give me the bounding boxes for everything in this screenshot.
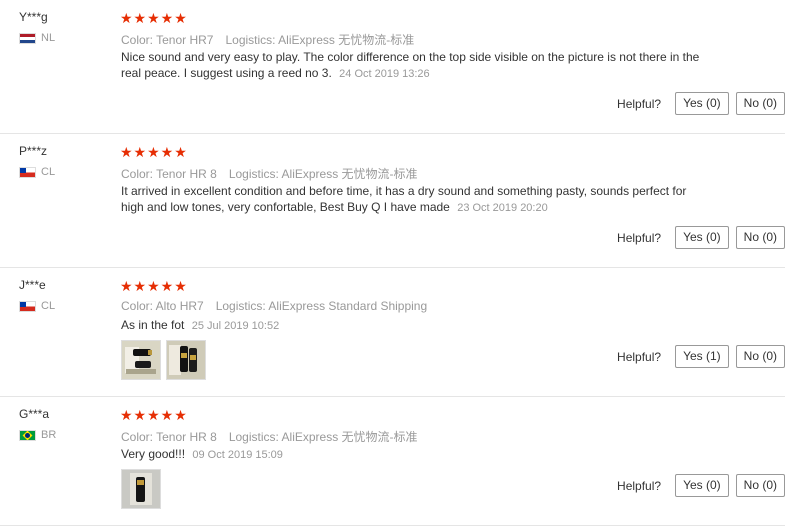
- reviewer-name: G***a: [19, 407, 50, 421]
- review-date: 23 Oct 2019 20:20: [457, 202, 548, 214]
- helpful-yes-button[interactable]: Yes (0): [675, 92, 729, 115]
- review-item: G***a BR ★★★★★ Color: Tenor HR 8 Logistic…: [0, 397, 785, 526]
- review-item: J***e CL ★★★★★ Color: Alto HR7 Logistics:…: [0, 268, 785, 397]
- review-date: 09 Oct 2019 15:09: [192, 449, 283, 461]
- helpful-section: Helpful? Yes (1) No (0): [617, 345, 785, 368]
- country-code: CL: [41, 300, 56, 312]
- helpful-no-button[interactable]: No (0): [735, 226, 785, 249]
- product-color: Color: Tenor HR 8: [121, 430, 217, 444]
- review-content: Nice sound and very easy to play. The co…: [121, 49, 721, 82]
- review-content: As in the fot 25 Jul 2019 10:52: [121, 317, 721, 334]
- helpful-label: Helpful?: [617, 96, 662, 111]
- reviewer-name: P***z: [19, 144, 48, 158]
- star-rating: ★★★★★: [120, 144, 188, 160]
- helpful-yes-button[interactable]: Yes (0): [675, 474, 729, 497]
- review-item: P***z CL ★★★★★ Color: Tenor HR 8 Logistic…: [0, 134, 785, 268]
- review-text: Very good!!!: [121, 447, 186, 461]
- helpful-label: Helpful?: [617, 478, 662, 493]
- review-text: As in the fot: [121, 318, 185, 332]
- reviewer-name: Y***g: [19, 10, 48, 24]
- star-rating: ★★★★★: [120, 10, 188, 26]
- product-color: Color: Tenor HR 8: [121, 167, 217, 181]
- logistics-info: Logistics: AliExpress Standard Shipping: [215, 299, 428, 313]
- helpful-yes-button[interactable]: Yes (1): [675, 345, 729, 368]
- helpful-no-button[interactable]: No (0): [735, 345, 785, 368]
- helpful-yes-button[interactable]: Yes (0): [675, 226, 729, 249]
- logistics-info: Logistics: AliExpress 无忧物流-标准: [228, 430, 418, 444]
- flag-cl-icon: [19, 300, 36, 312]
- reviewer-country: CL: [19, 300, 55, 312]
- helpful-section: Helpful? Yes (0) No (0): [617, 226, 785, 249]
- reviewer-country: CL: [19, 166, 55, 178]
- review-meta: Color: Alto HR7 Logistics: AliExpress Sta…: [121, 299, 427, 313]
- review-photos: [121, 340, 211, 380]
- helpful-no-button[interactable]: No (0): [735, 92, 785, 115]
- helpful-no-button[interactable]: No (0): [735, 474, 785, 497]
- helpful-section: Helpful? Yes (0) No (0): [617, 92, 785, 115]
- review-item: Y***g NL ★★★★★ Color: Tenor HR7 Logistics…: [0, 0, 785, 134]
- review-meta: Color: Tenor HR 8 Logistics: AliExpress 无…: [121, 428, 418, 445]
- product-color: Color: Alto HR7: [121, 299, 204, 313]
- reviewer-name: J***e: [19, 278, 46, 292]
- reviewer-country: BR: [19, 429, 56, 441]
- review-meta: Color: Tenor HR7 Logistics: AliExpress 无忧…: [121, 31, 414, 48]
- flag-cl-icon: [19, 166, 36, 178]
- review-date: 24 Oct 2019 13:26: [339, 68, 430, 80]
- helpful-section: Helpful? Yes (0) No (0): [617, 474, 785, 497]
- review-photo-thumbnail[interactable]: [121, 340, 161, 380]
- review-photo-thumbnail[interactable]: [166, 340, 206, 380]
- logistics-info: Logistics: AliExpress 无忧物流-标准: [225, 33, 415, 47]
- review-content: It arrived in excellent condition and be…: [121, 183, 711, 216]
- star-rating: ★★★★★: [120, 278, 188, 294]
- flag-nl-icon: [19, 32, 36, 44]
- logistics-info: Logistics: AliExpress 无忧物流-标准: [228, 167, 418, 181]
- review-photos: [121, 469, 166, 509]
- country-code: BR: [41, 429, 57, 441]
- review-photo-thumbnail[interactable]: [121, 469, 161, 509]
- reviewer-country: NL: [19, 32, 55, 44]
- review-date: 25 Jul 2019 10:52: [191, 320, 280, 332]
- helpful-label: Helpful?: [617, 349, 662, 364]
- review-meta: Color: Tenor HR 8 Logistics: AliExpress 无…: [121, 165, 418, 182]
- review-text: It arrived in excellent condition and be…: [121, 184, 687, 214]
- country-code: CL: [41, 166, 56, 178]
- helpful-label: Helpful?: [617, 230, 662, 245]
- product-color: Color: Tenor HR7: [121, 33, 214, 47]
- flag-br-icon: [19, 429, 36, 441]
- country-code: NL: [41, 32, 56, 44]
- review-content: Very good!!! 09 Oct 2019 15:09: [121, 446, 721, 463]
- star-rating: ★★★★★: [120, 407, 188, 423]
